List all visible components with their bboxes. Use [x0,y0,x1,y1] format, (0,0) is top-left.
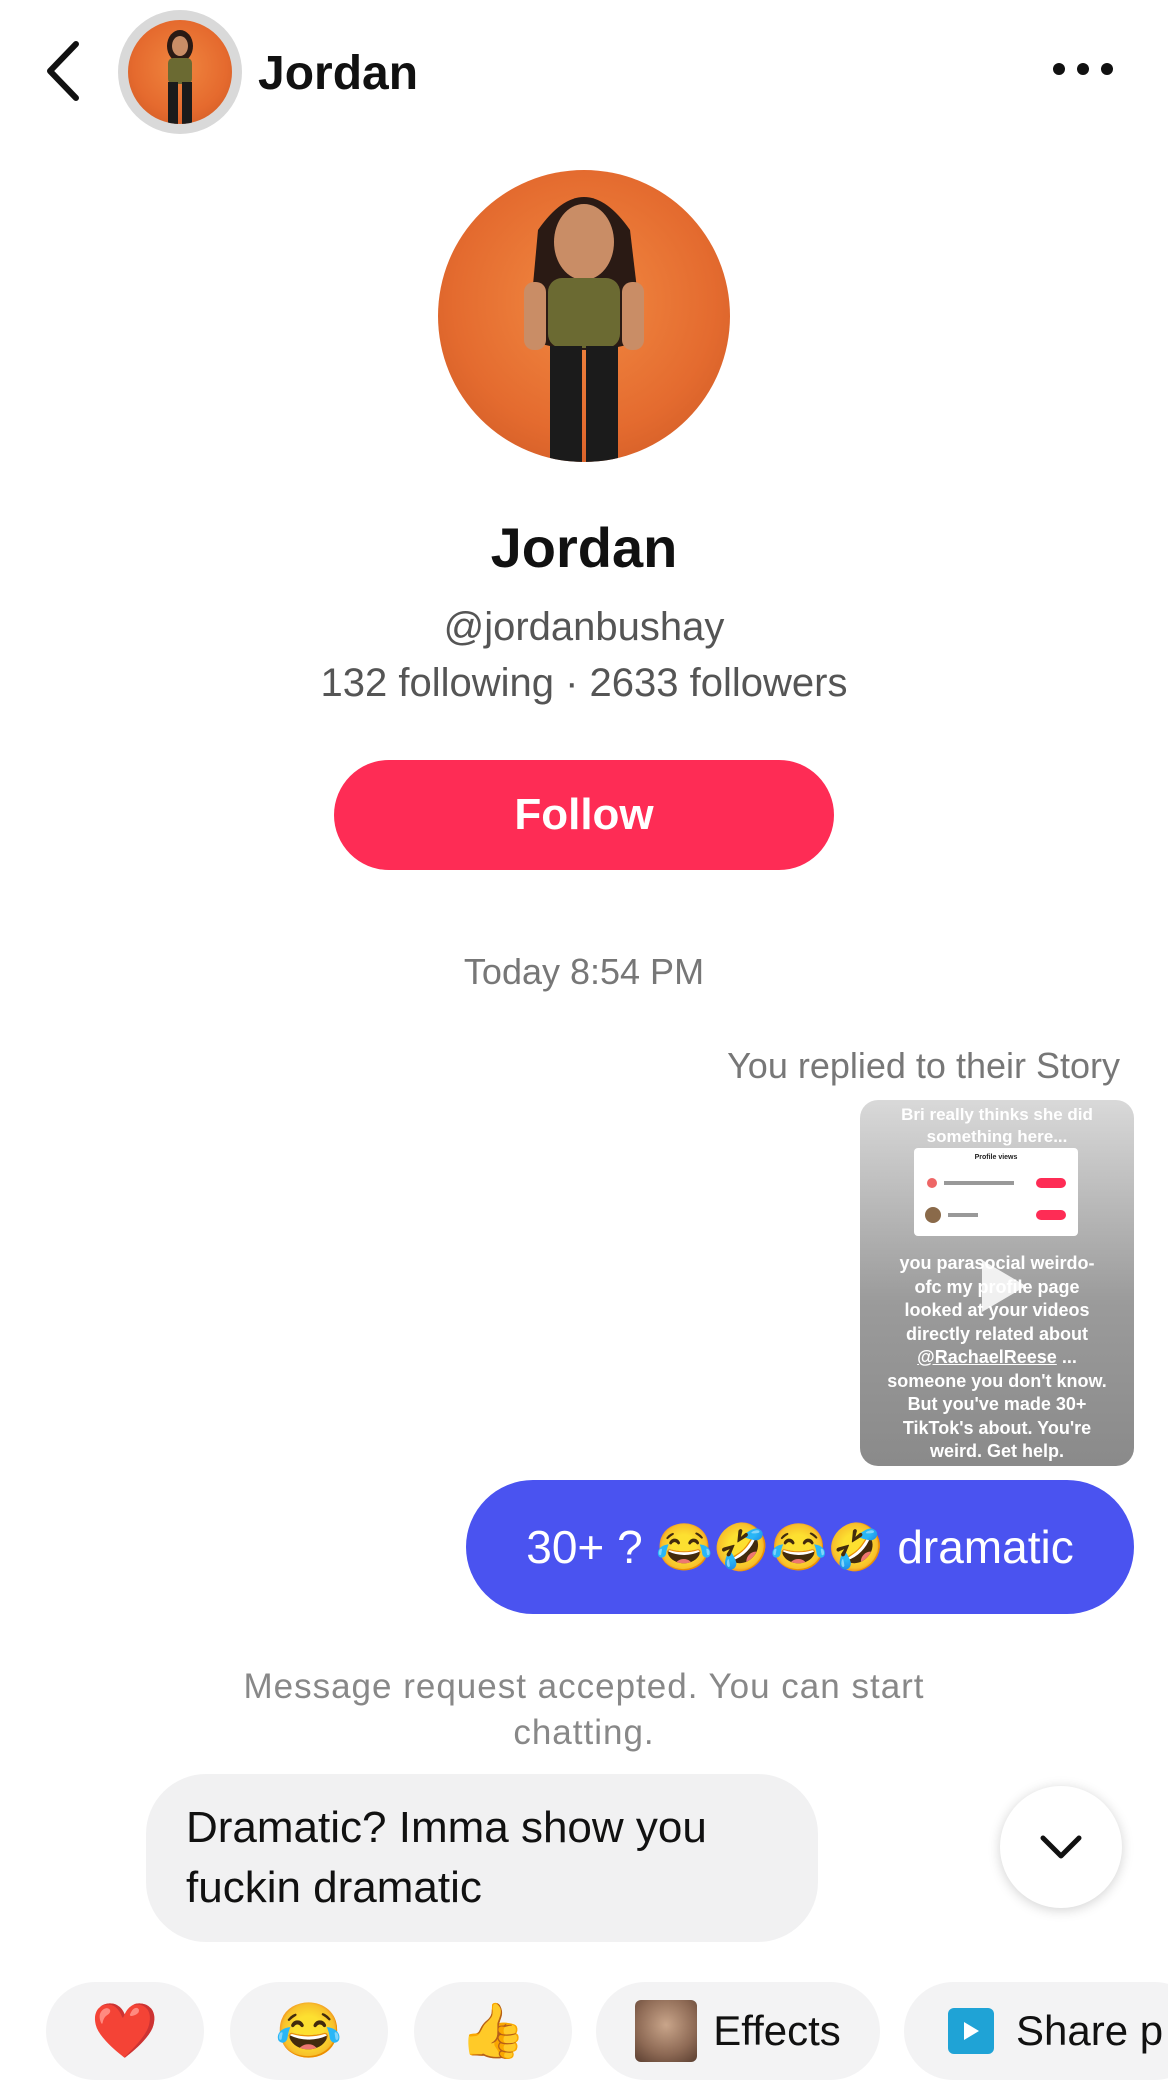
profile-follow-stats: 132 following · 2633 followers [320,661,848,705]
story-caption-top: Bri really thinks she did something here… [901,1105,1093,1146]
quick-reaction-bar: ❤️ 😂 👍 Effects Share p [0,1982,1168,2084]
message-timestamp: Today 8:54 PM [463,951,705,992]
story-mention: @RachaelReese [917,1347,1057,1367]
heart-reaction-button[interactable]: ❤️ [46,1982,204,2080]
follow-button[interactable]: Follow [334,760,834,870]
story-thumbnail[interactable]: Bri really thinks she did something here… [860,1100,1134,1466]
avatar-image [128,20,232,124]
play-icon[interactable] [974,1256,1030,1316]
back-arrow-icon[interactable] [38,36,88,106]
effects-label: Effects [713,2007,841,2054]
received-message-bubble[interactable]: Dramatic? Imma show you fuckin dramatic [146,1774,818,1942]
story-reply-note: You replied to their Story [727,1045,1120,1086]
effects-thumbnail [635,2000,698,2062]
effects-button[interactable]: Effects [596,1982,880,2080]
story-card-row [925,1207,1066,1223]
sent-message-bubble[interactable]: 30+ ? 😂🤣😂🤣 dramatic [466,1480,1134,1614]
header-avatar[interactable] [118,10,242,134]
message-request-note: Message request accepted. You can start … [243,1667,925,1752]
profile-display-name: Jordan [490,516,678,579]
thumbs-up-reaction-button[interactable]: 👍 [414,1982,572,2080]
profile-handle: @jordanbushay [443,605,725,649]
share-label: Share p [1016,2007,1164,2054]
laughing-emoji-icon: 😂 [275,2001,343,2061]
story-screenshot-card: Profile views [914,1148,1078,1236]
story-card-title: Profile views [974,1154,1018,1161]
scroll-to-bottom-button[interactable] [1000,1786,1122,1908]
more-options-icon[interactable] [1050,54,1116,84]
chevron-down-icon [1040,1835,1082,1859]
laugh-reaction-button[interactable]: 😂 [230,1982,388,2080]
share-play-icon [948,2008,994,2054]
profile-avatar[interactable] [438,170,730,462]
share-button[interactable]: Share p [904,1982,1168,2080]
heart-icon: ❤️ [91,2001,159,2061]
header-username[interactable]: Jordan [258,44,418,104]
thumbs-up-icon: 👍 [459,2001,527,2061]
story-card-row [927,1178,1066,1188]
